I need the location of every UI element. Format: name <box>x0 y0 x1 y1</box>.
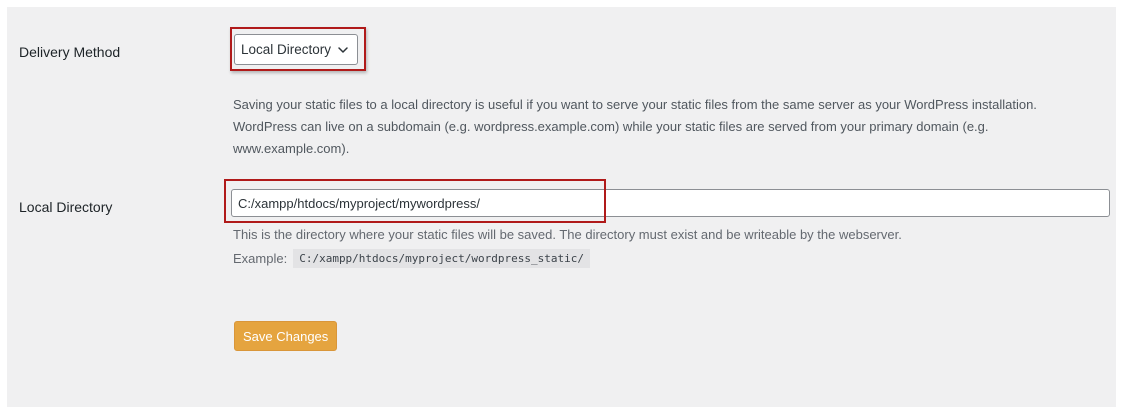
delivery-method-description: Saving your static files to a local dire… <box>233 97 1037 156</box>
save-changes-button[interactable]: Save Changes <box>234 321 338 351</box>
local-directory-label: Local Directory <box>19 199 113 215</box>
settings-panel: Delivery Method Local Directory Saving y… <box>7 7 1116 407</box>
input-highlight-box <box>224 179 606 223</box>
delivery-method-label: Delivery Method <box>19 44 121 60</box>
example-label: Example: <box>233 251 288 266</box>
example-path: C:/xampp/htdocs/myproject/wordpress_stat… <box>293 249 590 268</box>
local-directory-example: Example: C:/xampp/htdocs/myproject/wordp… <box>233 249 590 268</box>
select-highlight-box <box>230 27 366 71</box>
local-directory-help: This is the directory where your static … <box>233 227 902 242</box>
